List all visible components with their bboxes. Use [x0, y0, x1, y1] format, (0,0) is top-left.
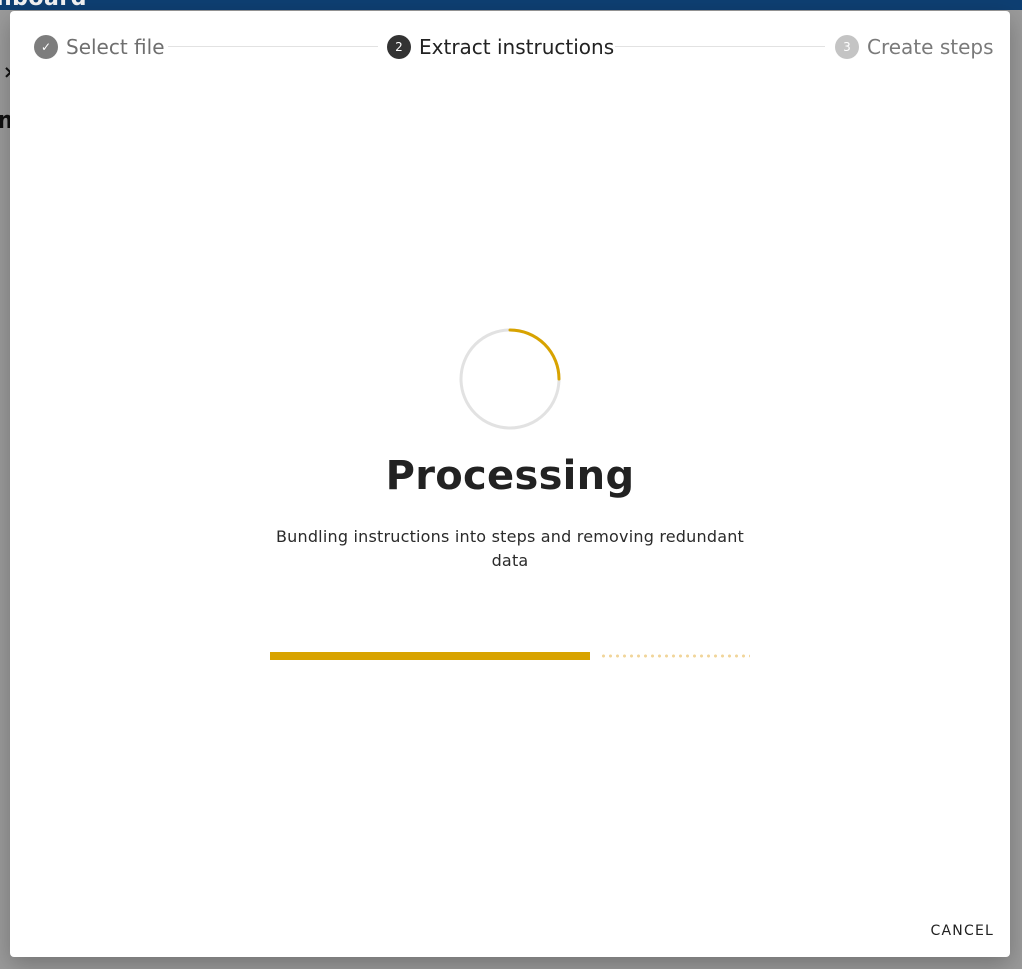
progress-spinner-icon — [459, 328, 561, 430]
cancel-button[interactable]: CANCEL — [923, 913, 1002, 949]
step-number-badge: 2 — [387, 35, 411, 59]
processing-description: Bundling instructions into steps and rem… — [275, 527, 745, 570]
step-extract-instructions: 2 Extract instructions — [387, 35, 614, 59]
check-icon: ✓ — [34, 35, 58, 59]
stepper: ✓ Select file 2 Extract instructions 3 C… — [10, 11, 1010, 83]
app-header: nboard — [0, 0, 1022, 10]
step-label: Select file — [66, 35, 165, 59]
step-create-steps: 3 Create steps — [835, 35, 994, 59]
progress-bar — [270, 652, 750, 660]
app-logo: nboard — [0, 0, 87, 10]
step-select-file: ✓ Select file — [34, 35, 165, 59]
processing-title: Processing — [385, 453, 635, 499]
progress-bar-buffer — [600, 654, 750, 658]
step-number-badge: 3 — [835, 35, 859, 59]
step-label: Extract instructions — [419, 35, 615, 59]
import-dialog: ✓ Select file 2 Extract instructions 3 C… — [10, 11, 1010, 957]
progress-bar-fill — [270, 652, 590, 660]
step-label: Create steps — [867, 35, 994, 59]
step-connector — [615, 46, 825, 47]
step-connector — [168, 46, 378, 47]
